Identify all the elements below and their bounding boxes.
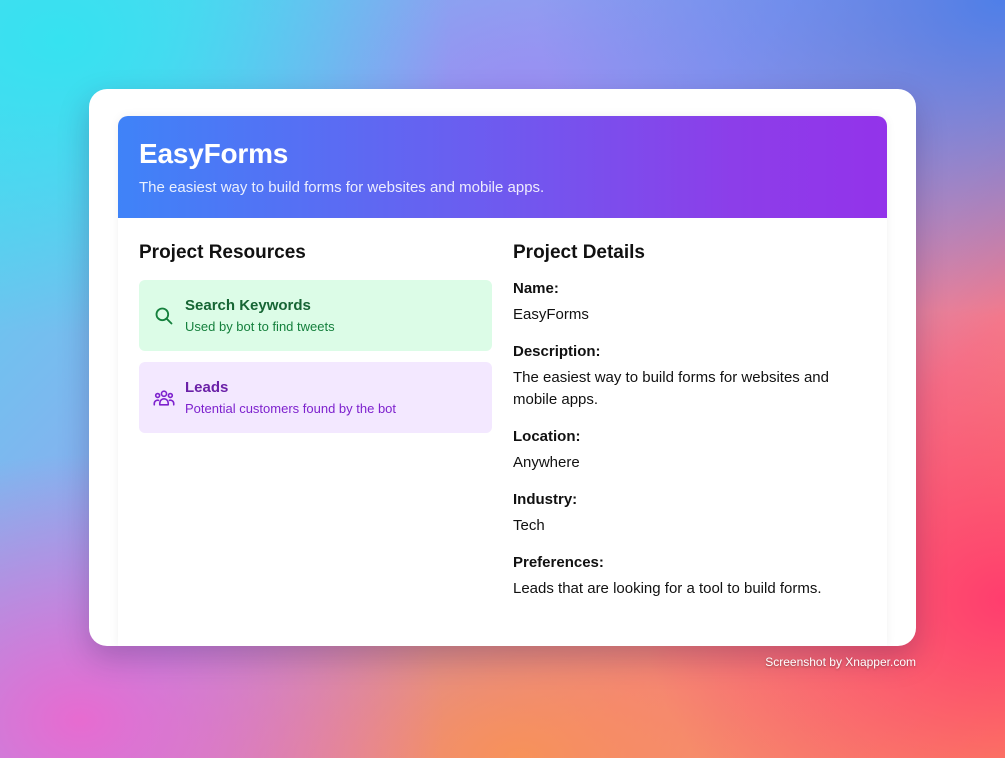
resources-heading: Project Resources	[139, 242, 306, 263]
search-icon	[153, 305, 175, 327]
details-heading: Project Details	[513, 242, 645, 263]
details-section: Project Details Name: EasyForms Descript…	[513, 242, 866, 617]
resource-text: Leads Potential customers found by the b…	[185, 379, 396, 416]
detail-name: Name: EasyForms	[513, 280, 866, 326]
project-title: EasyForms	[139, 138, 289, 169]
resource-subtitle: Used by bot to find tweets	[185, 319, 335, 334]
project-subtitle: The easiest way to build forms for websi…	[139, 179, 545, 196]
detail-industry: Industry: Tech	[513, 491, 866, 537]
resource-title: Leads	[185, 379, 229, 396]
project-header: EasyForms The easiest way to build forms…	[118, 116, 887, 218]
resource-text: Search Keywords Used by bot to find twee…	[185, 297, 335, 334]
detail-label: Location:	[513, 428, 581, 445]
users-icon	[153, 387, 175, 409]
detail-location: Location: Anywhere	[513, 428, 866, 474]
detail-preferences: Preferences: Leads that are looking for …	[513, 554, 866, 600]
detail-value: EasyForms	[513, 306, 589, 323]
resources-section: Project Resources Search Keywords Used b…	[139, 242, 492, 617]
detail-label: Description:	[513, 343, 601, 360]
detail-value: Leads that are looking for a tool to bui…	[513, 580, 822, 597]
detail-label: Preferences:	[513, 554, 604, 571]
resource-subtitle: Potential customers found by the bot	[185, 401, 397, 416]
resource-leads[interactable]: Leads Potential customers found by the b…	[139, 362, 492, 433]
project-content: Project Resources Search Keywords Used b…	[118, 218, 887, 617]
detail-label: Industry:	[513, 491, 578, 508]
resource-title: Search Keywords	[185, 297, 311, 314]
resource-search-keywords[interactable]: Search Keywords Used by bot to find twee…	[139, 280, 492, 351]
detail-value: Tech	[513, 517, 545, 534]
project-card: EasyForms The easiest way to build forms…	[118, 116, 887, 646]
detail-value: Anywhere	[513, 454, 580, 471]
detail-label: Name:	[513, 280, 559, 297]
app-window: EasyForms The easiest way to build forms…	[89, 89, 916, 646]
watermark-text: Screenshot by Xnapper.com	[765, 655, 916, 669]
detail-description: Description: The easiest way to build fo…	[513, 343, 866, 411]
detail-value: The easiest way to build forms for websi…	[513, 369, 829, 408]
